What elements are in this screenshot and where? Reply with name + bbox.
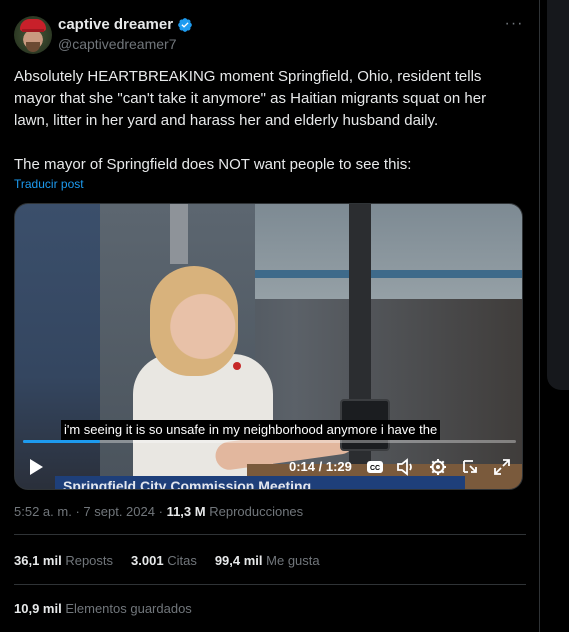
captions-icon[interactable]: CC (364, 456, 386, 478)
picture-in-picture-icon[interactable] (459, 456, 481, 478)
more-options-icon[interactable]: ··· (502, 14, 526, 38)
volume-icon[interactable] (395, 456, 417, 478)
avatar[interactable] (14, 16, 52, 54)
tweet-meta: 5:52 a. m. · 7 sept. 2024 · 11,3 M Repro… (14, 504, 304, 519)
svg-text:CC: CC (370, 465, 380, 472)
author-name[interactable]: captive dreamer (58, 16, 173, 33)
video-player[interactable]: Springfield City Commission Meeting i'm … (14, 203, 523, 490)
video-progress-bar[interactable] (23, 440, 516, 443)
settings-gear-icon[interactable] (427, 456, 449, 478)
likes-stat[interactable]: 99,4 mil Me gusta (215, 553, 320, 568)
video-controls: 0:14 / 1:29 CC (15, 451, 522, 487)
quotes-stat[interactable]: 3.001 Citas (131, 553, 197, 568)
play-icon[interactable] (25, 456, 47, 478)
tweet-header: captive dreamer @captivedreamer7 ··· (14, 14, 526, 56)
video-caption: i'm seeing it is so unsafe in my neighbo… (61, 420, 441, 440)
views-count: 11,3 M (166, 504, 206, 519)
post-date[interactable]: 7 sept. 2024 (83, 504, 155, 519)
post-time[interactable]: 5:52 a. m. (14, 504, 72, 519)
divider (14, 584, 526, 585)
fullscreen-icon[interactable] (491, 456, 513, 478)
translate-post-link[interactable]: Traducir post (14, 177, 84, 191)
video-time: 0:14 / 1:29 (289, 459, 352, 474)
tweet-text: Absolutely HEARTBREAKING moment Springfi… (14, 68, 487, 173)
engagement-stats: 36,1 mil Reposts 3.001 Citas 99,4 mil Me… (14, 553, 320, 568)
views-label: Reproducciones (209, 504, 304, 519)
author-name-row: captive dreamer (58, 16, 193, 33)
divider (14, 534, 526, 535)
bookmarks-stat[interactable]: 10,9 mil Elementos guardados (14, 601, 192, 616)
reposts-stat[interactable]: 36,1 mil Reposts (14, 553, 113, 568)
verified-badge-icon[interactable] (177, 17, 193, 33)
video-progress-fill (23, 440, 101, 443)
author-handle[interactable]: @captivedreamer7 (58, 36, 177, 52)
sidebar-card (547, 0, 569, 390)
